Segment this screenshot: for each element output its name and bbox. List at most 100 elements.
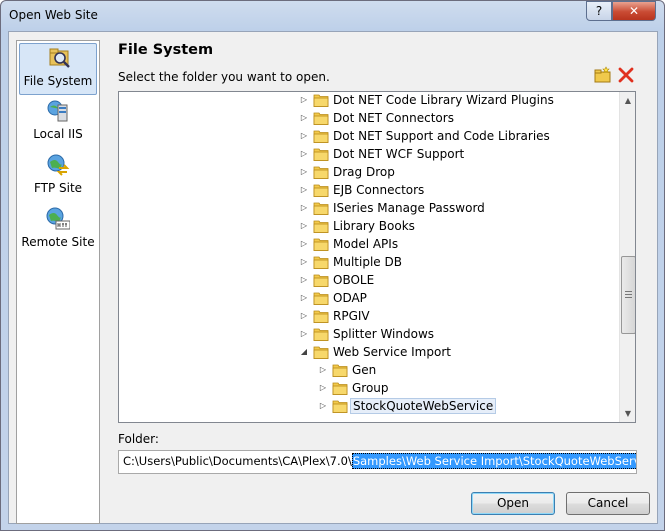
open-web-site-dialog: Open Web Site ? ✕ File System Local IIS … bbox=[0, 0, 665, 531]
tree-item[interactable]: ▷ Model APIs bbox=[119, 236, 619, 254]
tree-item-label: StockQuoteWebService bbox=[350, 398, 497, 414]
tree-item-label: Gen bbox=[352, 363, 377, 377]
sidebar-item-remote-site[interactable]: Remote Site bbox=[19, 205, 97, 257]
collapsed-arrow-icon[interactable]: ▷ bbox=[299, 95, 309, 105]
scroll-thumb[interactable] bbox=[621, 256, 635, 334]
open-button[interactable]: Open bbox=[471, 492, 555, 515]
tree-item-label: Web Service Import bbox=[333, 345, 451, 359]
delete-icon[interactable] bbox=[617, 66, 635, 84]
tree-item[interactable]: ▷ Dot NET Code Library Wizard Plugins bbox=[119, 92, 619, 110]
tree-item-label: ODAP bbox=[333, 291, 367, 305]
tree-item-label: EJB Connectors bbox=[333, 183, 425, 197]
local-iis-icon bbox=[47, 100, 68, 122]
tree-item-label: RPGIV bbox=[333, 309, 370, 323]
window-title: Open Web Site bbox=[9, 8, 98, 22]
sidebar-item-local-iis[interactable]: Local IIS bbox=[19, 97, 97, 149]
close-button[interactable]: ✕ bbox=[612, 1, 656, 21]
folder-icon bbox=[313, 328, 329, 341]
tree-item[interactable]: ▷ Dot NET Support and Code Libraries bbox=[119, 128, 619, 146]
tree-item-label: Model APIs bbox=[333, 237, 399, 251]
folder-icon bbox=[313, 166, 329, 179]
sidebar-item-label: Local IIS bbox=[33, 127, 83, 141]
new-folder-icon[interactable] bbox=[594, 66, 612, 84]
collapsed-arrow-icon[interactable]: ▷ bbox=[318, 365, 328, 375]
remote-site-icon bbox=[46, 207, 70, 230]
page-title: File System bbox=[118, 42, 214, 58]
tree-item[interactable]: ▷ ODAP bbox=[119, 290, 619, 308]
collapsed-arrow-icon[interactable]: ▷ bbox=[299, 149, 309, 159]
folder-path-prefix: C:\Users\Public\Documents\CA\Plex\7.0\ bbox=[123, 454, 352, 468]
folder-icon bbox=[313, 238, 329, 251]
close-icon: ✕ bbox=[628, 4, 640, 18]
tree-item-label: Dot NET WCF Support bbox=[333, 147, 465, 161]
collapsed-arrow-icon[interactable]: ▷ bbox=[299, 203, 309, 213]
title-bar[interactable]: Open Web Site ? ✕ bbox=[1, 1, 664, 31]
folder-icon bbox=[313, 112, 329, 125]
tree-item[interactable]: ▷ StockQuoteWebService bbox=[119, 398, 619, 416]
sidebar-item-label: FTP Site bbox=[33, 181, 83, 195]
sidebar-item-label: File System bbox=[23, 74, 93, 88]
sidebar-item-label: Remote Site bbox=[21, 235, 95, 249]
tree-item-label: Dot NET Code Library Wizard Plugins bbox=[333, 93, 554, 107]
folder-icon bbox=[313, 346, 329, 359]
sidebar-item-file-system[interactable]: File System bbox=[19, 43, 97, 95]
folder-icon bbox=[332, 400, 348, 413]
help-button[interactable]: ? bbox=[586, 1, 612, 21]
scroll-down-icon[interactable]: ▼ bbox=[620, 405, 635, 422]
tree-item[interactable]: ▷ Drag Drop bbox=[119, 164, 619, 182]
collapsed-arrow-icon[interactable]: ▷ bbox=[299, 275, 309, 285]
folder-icon bbox=[313, 130, 329, 143]
folder-path-selection: Samples\Web Service Import\StockQuoteWeb… bbox=[351, 453, 636, 469]
folder-icon bbox=[313, 148, 329, 161]
collapsed-arrow-icon[interactable]: ▷ bbox=[299, 185, 309, 195]
folder-icon bbox=[313, 310, 329, 323]
folder-icon bbox=[313, 256, 329, 269]
instruction-text: Select the folder you want to open. bbox=[118, 70, 330, 84]
tree-item[interactable]: ▷ Gen bbox=[119, 362, 619, 380]
tree-item-label: Splitter Windows bbox=[333, 327, 435, 341]
collapsed-arrow-icon[interactable]: ▷ bbox=[318, 383, 328, 393]
folder-icon bbox=[313, 292, 329, 305]
tree-item[interactable]: ▷ Library Books bbox=[119, 218, 619, 236]
tree-item[interactable]: ▷ Dot NET WCF Support bbox=[119, 146, 619, 164]
tree-item[interactable]: ▷ EJB Connectors bbox=[119, 182, 619, 200]
location-sidebar: File System Local IIS FTP Site Remote Si… bbox=[16, 40, 100, 524]
tree-item[interactable]: ▷ OBOLE bbox=[119, 272, 619, 290]
collapsed-arrow-icon[interactable]: ▷ bbox=[299, 167, 309, 177]
tree-item[interactable]: ▷ Dot NET Connectors bbox=[119, 110, 619, 128]
tree-item[interactable]: ▷ Group bbox=[119, 380, 619, 398]
collapsed-arrow-icon[interactable]: ▷ bbox=[299, 257, 309, 267]
tree-scrollbar[interactable]: ▲ ▼ bbox=[619, 92, 635, 422]
scroll-up-icon[interactable]: ▲ bbox=[620, 92, 635, 109]
tree-item-label: Group bbox=[352, 381, 389, 395]
help-icon: ? bbox=[595, 4, 603, 18]
tree-item[interactable]: ▷ Splitter Windows bbox=[119, 326, 619, 344]
collapsed-arrow-icon[interactable]: ▷ bbox=[299, 221, 309, 231]
dialog-client: File System Local IIS FTP Site Remote Si… bbox=[8, 31, 658, 524]
tree-item[interactable]: ◢ Web Service Import bbox=[119, 344, 619, 362]
expanded-arrow-icon[interactable]: ◢ bbox=[299, 347, 309, 357]
cancel-button[interactable]: Cancel bbox=[566, 492, 650, 515]
folder-label: Folder: bbox=[118, 432, 159, 446]
tree-item[interactable]: ▷ RPGIV bbox=[119, 308, 619, 326]
folder-path-input[interactable]: C:\Users\Public\Documents\CA\Plex\7.0\Sa… bbox=[118, 450, 637, 474]
tree-item-label: OBOLE bbox=[333, 273, 375, 287]
collapsed-arrow-icon[interactable]: ▷ bbox=[318, 401, 328, 411]
file-system-icon bbox=[49, 48, 70, 68]
collapsed-arrow-icon[interactable]: ▷ bbox=[299, 131, 309, 141]
sidebar-item-ftp-site[interactable]: FTP Site bbox=[19, 151, 97, 203]
collapsed-arrow-icon[interactable]: ▷ bbox=[299, 311, 309, 321]
collapsed-arrow-icon[interactable]: ▷ bbox=[299, 113, 309, 123]
collapsed-arrow-icon[interactable]: ▷ bbox=[299, 239, 309, 249]
folder-icon bbox=[313, 274, 329, 287]
tree-item[interactable]: ▷ Multiple DB bbox=[119, 254, 619, 272]
collapsed-arrow-icon[interactable]: ▷ bbox=[299, 293, 309, 303]
tree-item-label: Drag Drop bbox=[333, 165, 395, 179]
folder-icon bbox=[332, 382, 348, 395]
tree-item-label: ISeries Manage Password bbox=[333, 201, 485, 215]
folder-tree[interactable]: ▷ Dot NET Code Library Wizard Plugins ▷ Dot… bbox=[118, 91, 636, 423]
tree-item[interactable]: ▷ ISeries Manage Password bbox=[119, 200, 619, 218]
tree-item-label: Dot NET Support and Code Libraries bbox=[333, 129, 550, 143]
collapsed-arrow-icon[interactable]: ▷ bbox=[299, 329, 309, 339]
folder-icon bbox=[313, 202, 329, 215]
